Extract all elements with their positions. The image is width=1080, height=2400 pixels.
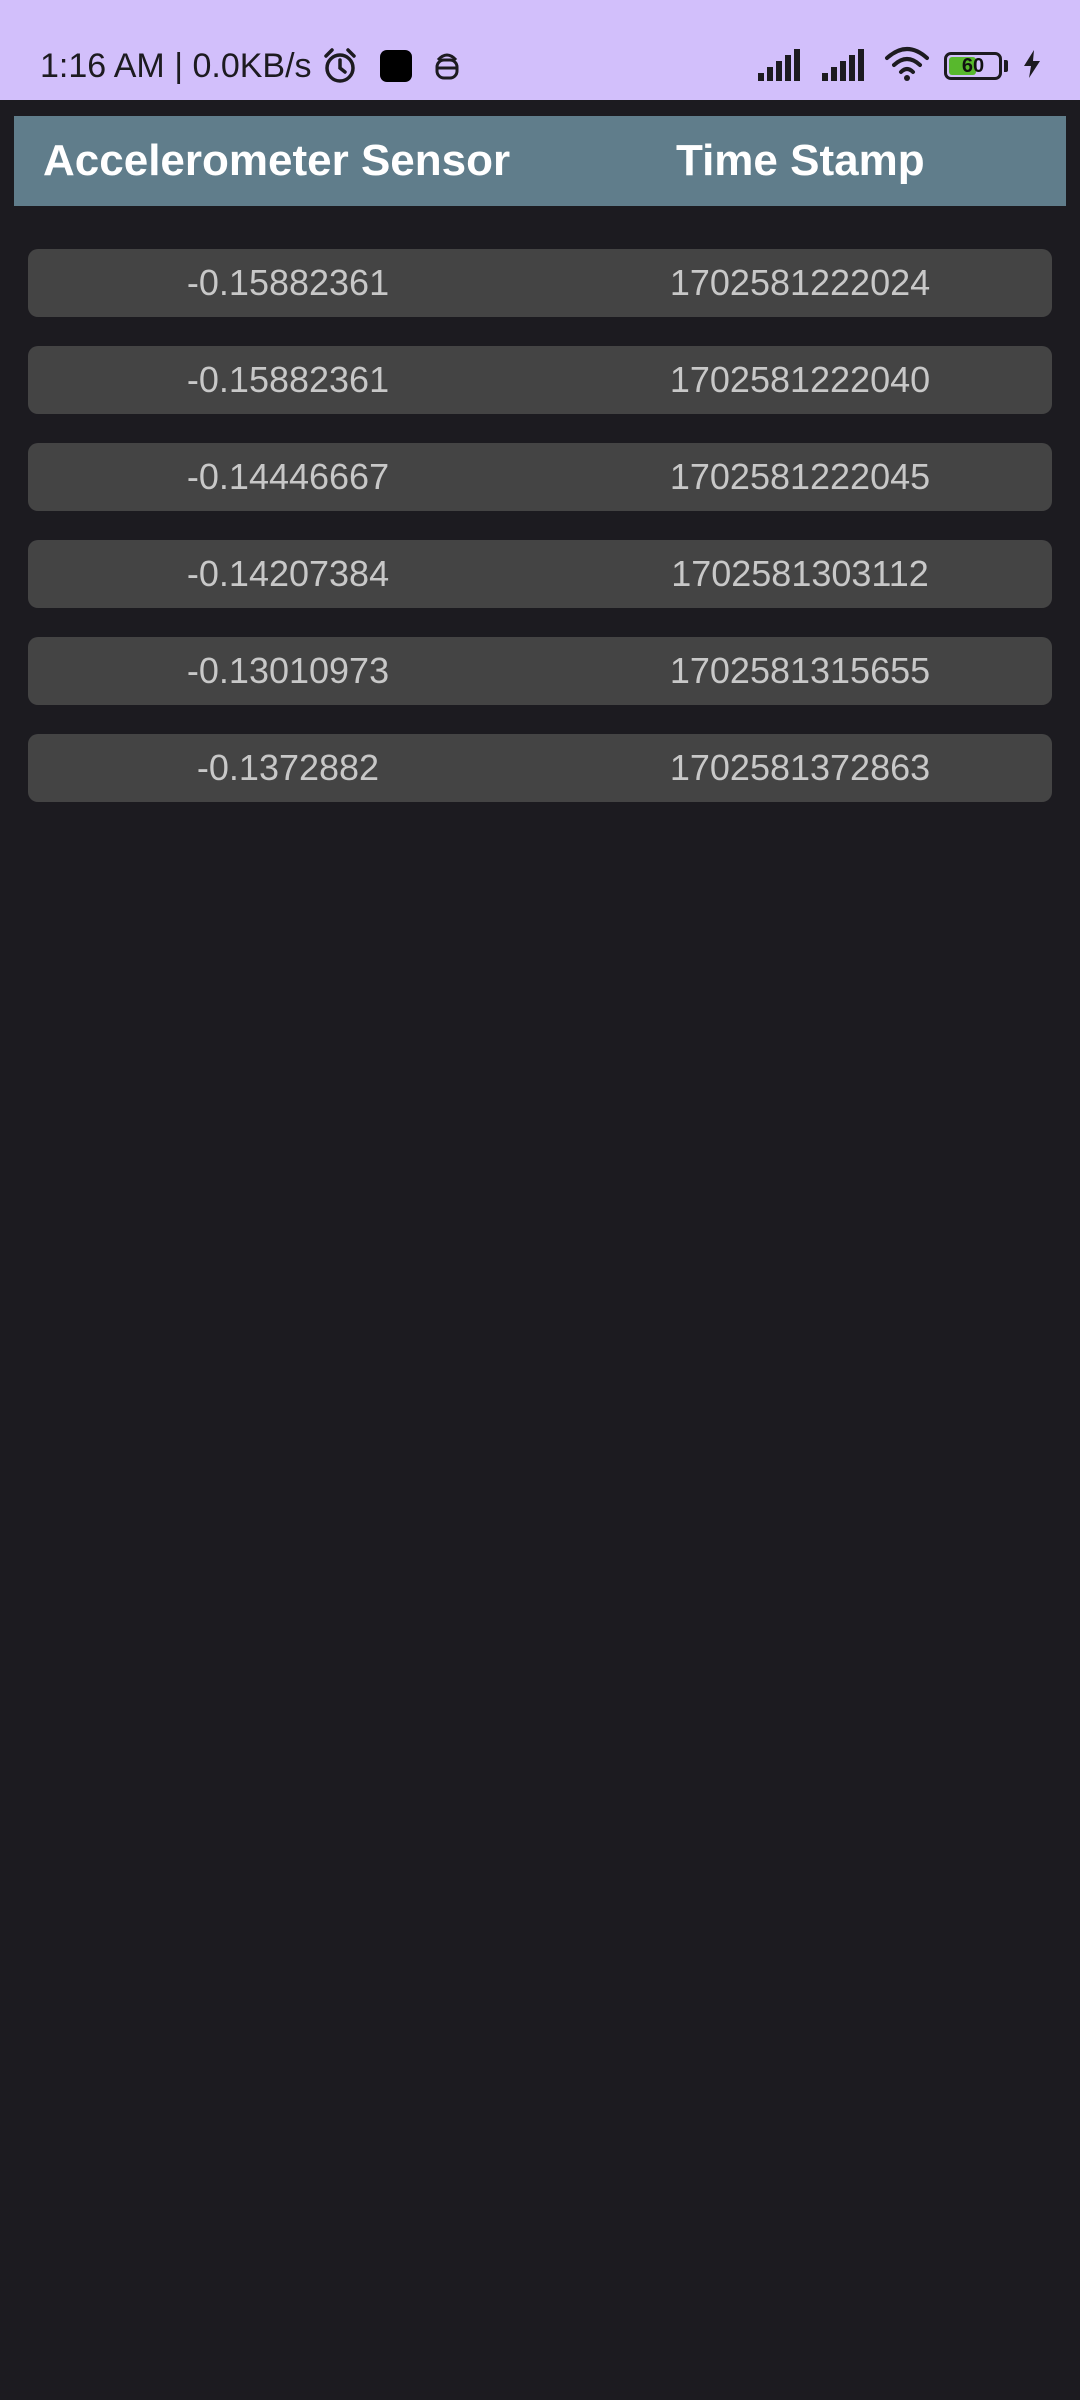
timestamp: 1702581315655 (669, 650, 931, 691)
list-item: -0.14207384 1702581303112 (28, 540, 1052, 608)
timestamp: 1702581222045 (669, 456, 931, 497)
robot-icon (432, 48, 462, 84)
battery-level: 60 (961, 55, 985, 77)
timestamp: 1702581222024 (669, 262, 931, 303)
status-bar: 1:16 AM | 0.0KB/s 60 (0, 0, 1080, 100)
notification-square-icon (378, 48, 414, 84)
timestamp: 1702581303112 (671, 553, 929, 594)
wifi-icon (884, 46, 930, 87)
status-left: 1:16 AM | 0.0KB/s (40, 40, 462, 92)
sensor-value: -0.1372882 (196, 747, 380, 788)
sensor-value: -0.14207384 (186, 553, 390, 594)
battery-icon: 60 (944, 52, 1002, 80)
alarm-icon (320, 46, 360, 86)
list-item: -0.13010973 1702581315655 (28, 637, 1052, 705)
list-item: -0.1372882 1702581372863 (28, 734, 1052, 802)
list-item: -0.15882361 1702581222024 (28, 249, 1052, 317)
network-speed: 0.0KB/s (192, 46, 312, 85)
status-separator: | (164, 46, 193, 85)
sensor-value: -0.13010973 (186, 650, 390, 691)
readings-list: -0.15882361 1702581222024 -0.15882361 17… (28, 249, 1052, 831)
list-item: -0.15882361 1702581222040 (28, 346, 1052, 414)
timestamp: 1702581222040 (669, 359, 931, 400)
status-right: 60 (756, 40, 1042, 92)
timestamp: 1702581372863 (669, 747, 931, 788)
battery-tip (1004, 60, 1008, 72)
charging-bolt-icon (1022, 49, 1042, 84)
sensor-value: -0.15882361 (186, 359, 390, 400)
sensor-value: -0.15882361 (186, 262, 390, 303)
status-time: 1:16 AM (40, 46, 165, 85)
signal-icon (756, 47, 806, 86)
sensor-value: -0.14446667 (186, 456, 390, 497)
list-item: -0.14446667 1702581222045 (28, 443, 1052, 511)
signal-icon (820, 47, 870, 86)
table-header: Accelerometer Sensor Time Stamp (14, 116, 1066, 206)
header-time-stamp: Time Stamp (676, 136, 925, 185)
header-accelerometer-sensor: Accelerometer Sensor (43, 136, 511, 185)
